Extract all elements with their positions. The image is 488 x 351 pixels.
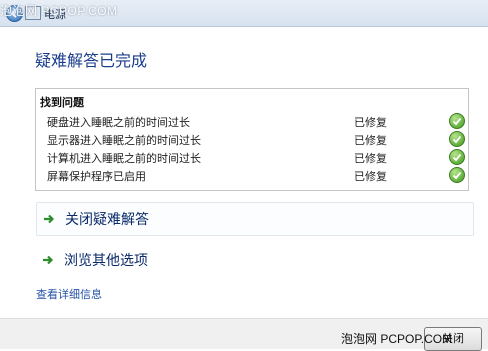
- status-label: 已修复: [354, 152, 387, 165]
- status-label: 已修复: [354, 134, 387, 147]
- green-arrow-icon: [43, 255, 54, 265]
- result-row: 硬盘进入睡眠之前的时间过长 已修复: [47, 113, 465, 130]
- result-row: 计算机进入睡眠之前的时间过长 已修复: [47, 149, 465, 166]
- green-check-icon: [449, 149, 465, 165]
- result-row: 屏幕保护程序已启用 已修复: [47, 167, 465, 184]
- status-label: 已修复: [354, 116, 387, 129]
- green-check-icon: [449, 131, 465, 147]
- issue-label: 硬盘进入睡眠之前的时间过长: [47, 116, 190, 129]
- green-check-icon: [449, 167, 465, 183]
- green-arrow-icon: [44, 214, 55, 224]
- close-troubleshooting-option[interactable]: 关闭疑难解答: [36, 202, 474, 236]
- watermark-top: 泡泡网 PCPOP.COM: [0, 4, 118, 18]
- green-check-icon: [449, 113, 465, 129]
- status-label: 已修复: [354, 170, 387, 183]
- issue-label: 计算机进入睡眠之前的时间过长: [47, 152, 201, 165]
- browse-options-option[interactable]: 浏览其他选项: [36, 244, 472, 276]
- result-row: 显示器进入睡眠之前的时间过长 已修复: [47, 131, 465, 148]
- page-title: 疑难解答已完成: [35, 51, 148, 70]
- results-panel: 找到问题 硬盘进入睡眠之前的时间过长 已修复 显示器进入睡眠之前的时间过长 已修…: [35, 88, 469, 191]
- issue-label: 显示器进入睡眠之前的时间过长: [47, 134, 201, 147]
- close-troubleshooting-label: 关闭疑难解答: [65, 212, 149, 228]
- results-title: 找到问题: [40, 96, 84, 109]
- issue-label: 屏幕保护程序已启用: [47, 170, 146, 183]
- view-details-link[interactable]: 查看详细信息: [36, 286, 102, 302]
- watermark-bottom: 泡泡网 PCPOP.COM: [341, 332, 453, 346]
- browse-options-label: 浏览其他选项: [64, 253, 148, 269]
